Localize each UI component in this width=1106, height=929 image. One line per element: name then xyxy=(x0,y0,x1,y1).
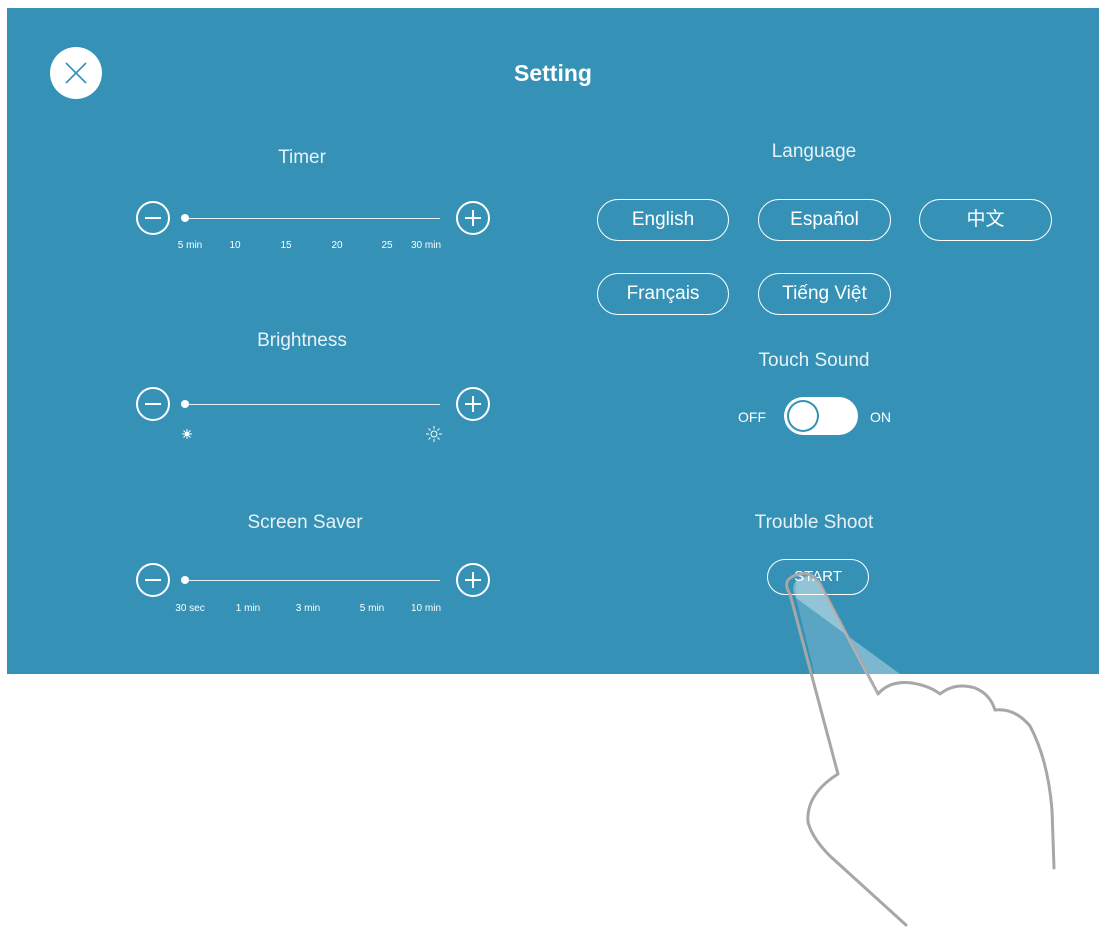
minus-icon xyxy=(145,217,161,219)
timer-slider-thumb[interactable] xyxy=(181,214,189,222)
screen-saver-decrease-button[interactable] xyxy=(136,563,170,597)
language-option-chinese[interactable]: 中文 xyxy=(919,199,1052,241)
bright-brightness-icon xyxy=(426,426,442,442)
language-label: Language xyxy=(771,141,857,162)
toggle-off-label: OFF xyxy=(738,409,766,425)
touch-sound-label: Touch Sound xyxy=(758,350,870,371)
timer-increase-button[interactable] xyxy=(456,201,490,235)
screen-saver-increase-button[interactable] xyxy=(456,563,490,597)
plus-icon xyxy=(465,572,481,588)
timer-tick: 25 xyxy=(381,240,393,251)
brightness-slider-thumb[interactable] xyxy=(181,400,189,408)
start-button[interactable]: START xyxy=(767,559,869,595)
brightness-increase-button[interactable] xyxy=(456,387,490,421)
language-option-french[interactable]: Français xyxy=(597,273,729,315)
dim-brightness-icon xyxy=(182,429,192,439)
timer-tick: 15 xyxy=(280,240,292,251)
screen-saver-track[interactable] xyxy=(184,580,440,581)
page-title: Setting xyxy=(514,60,592,86)
timer-tick: 10 xyxy=(229,240,241,251)
language-option-spanish[interactable]: Español xyxy=(758,199,891,241)
brightness-label: Brightness xyxy=(257,330,347,351)
plus-icon xyxy=(465,396,481,412)
minus-icon xyxy=(145,403,161,405)
timer-label: Timer xyxy=(278,147,326,168)
plus-icon xyxy=(465,210,481,226)
timer-tick: 30 min xyxy=(410,240,442,251)
screen-saver-tick: 3 min xyxy=(295,603,321,614)
brightness-track[interactable] xyxy=(184,404,440,405)
language-option-english[interactable]: English xyxy=(597,199,729,241)
screen-saver-tick: 10 min xyxy=(410,603,442,614)
timer-tick: 20 xyxy=(331,240,343,251)
settings-panel xyxy=(7,8,1099,674)
touch-sound-toggle[interactable] xyxy=(784,397,858,435)
timer-decrease-button[interactable] xyxy=(136,201,170,235)
screen-saver-slider-thumb[interactable] xyxy=(181,576,189,584)
toggle-knob xyxy=(787,400,819,432)
screen-saver-tick: 5 min xyxy=(359,603,385,614)
timer-tick: 5 min xyxy=(177,240,203,251)
brightness-decrease-button[interactable] xyxy=(136,387,170,421)
language-option-vietnamese[interactable]: Tiếng Việt xyxy=(758,273,891,315)
trouble-shoot-label: Trouble Shoot xyxy=(754,512,874,533)
timer-track[interactable] xyxy=(184,218,440,219)
screen-saver-tick: 1 min xyxy=(235,603,261,614)
screen-saver-tick: 30 sec xyxy=(175,603,205,614)
minus-icon xyxy=(145,579,161,581)
toggle-on-label: ON xyxy=(870,409,891,425)
screen-saver-label: Screen Saver xyxy=(247,512,363,533)
